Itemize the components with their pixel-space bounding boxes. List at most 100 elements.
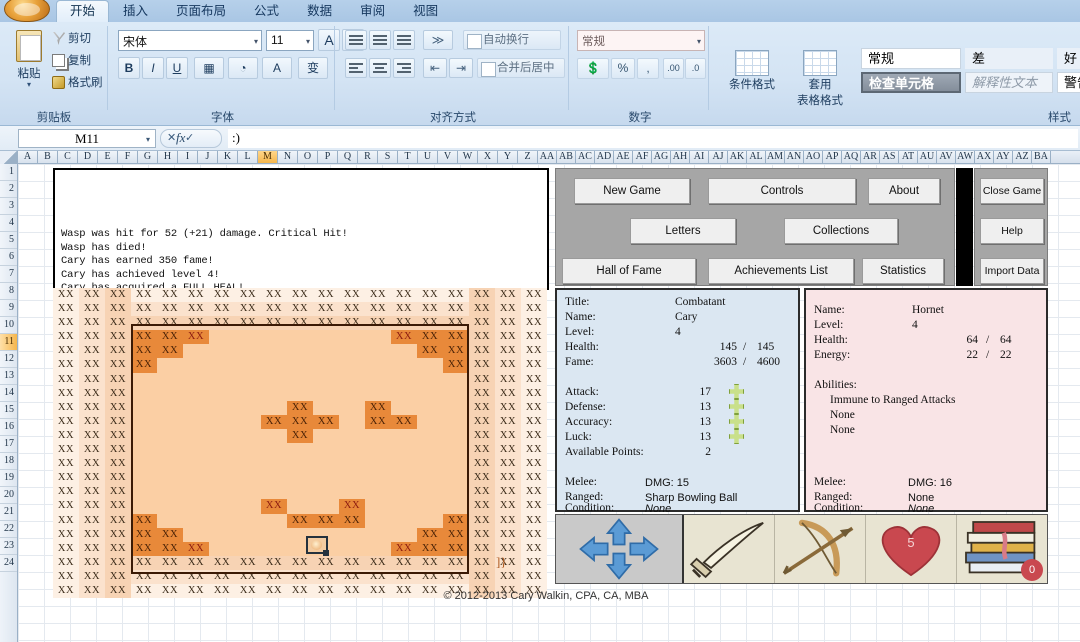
map-tile[interactable]: XX <box>391 358 417 373</box>
map-tile[interactable]: XX <box>183 499 209 514</box>
map-tile[interactable]: XX <box>209 400 235 415</box>
map-tile[interactable]: XX <box>235 513 261 528</box>
map-tile[interactable]: XX <box>521 414 547 429</box>
map-tile[interactable]: XX <box>313 344 339 359</box>
column-header-Q[interactable]: Q <box>338 151 358 163</box>
map-tile[interactable]: XX <box>53 428 79 444</box>
map-tile[interactable]: XX <box>131 344 157 359</box>
map-tile[interactable]: XX <box>469 414 495 429</box>
row-header-17[interactable]: 17 <box>0 436 17 453</box>
merge-center-button[interactable]: 合并后居中 <box>477 58 565 78</box>
column-header-AC[interactable]: AC <box>576 151 595 163</box>
column-header-W[interactable]: W <box>458 151 478 163</box>
map-tile[interactable]: XX <box>209 471 235 486</box>
map-tile[interactable]: XX <box>313 330 339 345</box>
map-tile[interactable]: XX <box>313 471 339 486</box>
map-tile[interactable]: XX <box>209 457 235 472</box>
map-tile[interactable]: XX <box>287 485 313 500</box>
map-tile[interactable]: XX <box>365 344 391 359</box>
column-header-C[interactable]: C <box>58 151 78 163</box>
map-tile[interactable]: XX <box>209 527 235 542</box>
map-tile[interactable]: XX <box>131 443 157 458</box>
paste-button[interactable]: 粘贴 ▾ <box>8 28 50 94</box>
map-tile[interactable]: XX <box>365 471 391 486</box>
row-header-16[interactable]: 16 <box>0 419 17 436</box>
map-tile[interactable]: XX <box>79 513 105 528</box>
map-tile[interactable]: XX <box>157 386 183 401</box>
map-tile[interactable]: XX <box>521 400 547 415</box>
bold-button[interactable]: B <box>118 57 140 79</box>
map-tile[interactable]: XX <box>131 583 157 599</box>
game-map[interactable]: ]} XX XX XX XX XX XX XX XX XX XX XX XX XX XX XX XX XX XX X… <box>53 288 549 599</box>
accept-icon[interactable]: ✓ <box>185 131 194 144</box>
style-bad[interactable]: 差 <box>965 48 1053 69</box>
map-tile[interactable]: XX <box>79 316 105 331</box>
map-tile[interactable]: XX <box>339 569 365 584</box>
map-tile[interactable]: XX <box>495 513 521 528</box>
conditional-formatting-button[interactable]: 条件格式 <box>719 50 785 91</box>
map-tile[interactable]: XX <box>495 471 521 486</box>
map-tile[interactable]: XX <box>131 513 157 528</box>
map-tile[interactable]: XX <box>313 569 339 584</box>
map-tile[interactable]: XX <box>469 428 495 444</box>
map-tile[interactable]: XX <box>339 316 365 331</box>
map-tile[interactable]: XX <box>131 457 157 472</box>
map-tile[interactable]: XX <box>209 583 235 599</box>
map-tile[interactable]: XX <box>105 569 131 584</box>
chevron-down-icon[interactable]: ▾ <box>254 37 258 46</box>
map-tile[interactable]: XX <box>469 499 495 514</box>
game-button-new-game[interactable]: New Game <box>574 178 690 204</box>
map-tile[interactable]: XX <box>105 400 131 415</box>
fill-color-button[interactable]: ◔ <box>228 57 258 79</box>
column-header-AO[interactable]: AO <box>804 151 823 163</box>
map-tile[interactable]: XX <box>417 372 443 387</box>
map-tile[interactable]: XX <box>261 583 287 599</box>
map-tile[interactable]: XX <box>105 372 131 387</box>
comma-button[interactable]: , <box>637 58 659 79</box>
map-tile[interactable]: XX <box>209 428 235 444</box>
map-tile[interactable]: XX <box>261 288 287 303</box>
map-tile[interactable]: XX <box>235 302 261 317</box>
map-tile[interactable]: XX <box>339 457 365 472</box>
style-good[interactable]: 好 <box>1057 48 1080 69</box>
tab-home[interactable]: 开始 <box>56 0 110 22</box>
align-bottom-button[interactable] <box>393 30 415 50</box>
map-tile[interactable]: XX <box>339 513 365 528</box>
map-tile[interactable]: XX <box>339 288 365 303</box>
map-tile[interactable]: XX <box>495 288 521 303</box>
game-button-hall-of-fame[interactable]: Hall of Fame <box>562 258 696 284</box>
map-tile[interactable]: XX <box>365 583 391 599</box>
map-tile[interactable]: XX <box>495 428 521 444</box>
heart-icon[interactable]: 5 <box>866 515 957 583</box>
map-tile[interactable]: XX <box>105 316 131 331</box>
column-header-AU[interactable]: AU <box>918 151 937 163</box>
map-tile[interactable]: XX <box>287 499 313 514</box>
copy-button[interactable]: 复制 <box>52 52 91 68</box>
map-tile[interactable]: XX <box>339 443 365 458</box>
row-header-9[interactable]: 9 <box>0 300 17 317</box>
map-tile[interactable]: XX <box>105 330 131 345</box>
map-tile[interactable]: XX <box>313 386 339 401</box>
column-header-H[interactable]: H <box>158 151 178 163</box>
map-tile[interactable]: XX <box>495 457 521 472</box>
map-tile[interactable]: XX <box>79 344 105 359</box>
map-tile[interactable]: XX <box>391 499 417 514</box>
map-tile[interactable]: XX <box>53 541 79 556</box>
cut-button[interactable]: 剪切 <box>52 30 91 46</box>
map-tile[interactable]: XX <box>79 499 105 514</box>
map-tile[interactable]: XX <box>469 386 495 401</box>
map-tile[interactable]: XX <box>183 541 209 556</box>
map-tile[interactable]: XX <box>469 344 495 359</box>
map-tile[interactable]: XX <box>157 316 183 331</box>
map-tile[interactable]: XX <box>131 316 157 331</box>
row-header-10[interactable]: 10 <box>0 317 17 334</box>
map-tile[interactable]: XX <box>443 288 469 303</box>
column-header-AS[interactable]: AS <box>880 151 899 163</box>
map-tile[interactable]: XX <box>157 457 183 472</box>
increase-decimal-button[interactable]: .00 <box>663 58 684 79</box>
map-tile[interactable]: XX <box>287 457 313 472</box>
map-tile[interactable]: XX <box>287 428 313 444</box>
map-tile[interactable]: XX <box>235 372 261 387</box>
map-tile[interactable]: XX <box>131 569 157 584</box>
map-tile[interactable]: XX <box>495 485 521 500</box>
